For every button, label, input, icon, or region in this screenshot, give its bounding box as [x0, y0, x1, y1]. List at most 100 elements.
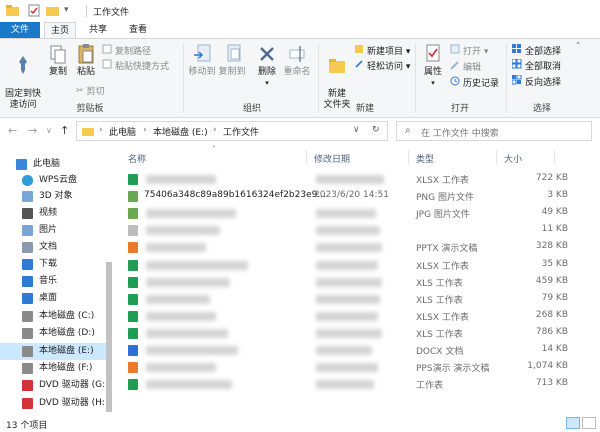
nav-item-label: 本地磁盘 (D:): [39, 328, 95, 338]
history-button[interactable]: 历史记录: [450, 76, 499, 89]
nav-item[interactable]: 音乐: [0, 273, 108, 290]
file-size: 11 KB: [541, 224, 568, 235]
nav-item[interactable]: 本地磁盘 (F:): [0, 360, 108, 377]
cut-button[interactable]: ✂ 剪切: [76, 85, 105, 98]
rename-button[interactable]: 重命名: [282, 43, 312, 78]
back-icon[interactable]: ←: [8, 124, 17, 137]
file-row[interactable]: DOCX 文档 14 KB: [118, 342, 588, 358]
breadcrumb-separator-icon[interactable]: ›: [143, 125, 147, 135]
open-button[interactable]: 打开 ▾: [450, 44, 488, 57]
file-row[interactable]: PPTX 演示文稿 328 KB: [118, 239, 588, 255]
sort-indicator-icon: ˄: [212, 145, 216, 154]
easy-access-icon: [354, 59, 364, 74]
drive-icon: [22, 363, 33, 374]
copy-button[interactable]: 复制: [46, 43, 70, 78]
refresh-icon[interactable]: ↻: [372, 125, 380, 135]
large-icons-view-icon[interactable]: [582, 417, 596, 429]
file-row[interactable]: JPG 图片文件 49 KB: [118, 205, 588, 221]
nav-item[interactable]: 桌面: [0, 290, 108, 307]
delete-button[interactable]: 删除 ▾: [256, 43, 278, 89]
open-label: 打开: [463, 47, 482, 57]
nav-item[interactable]: 图片: [0, 222, 108, 239]
nav-item[interactable]: WPS云盘: [0, 172, 108, 189]
file-row[interactable]: XLSX 工作表 35 KB: [118, 257, 588, 273]
nav-item-label: DVD 驱动器 (H:: [39, 398, 105, 408]
nav-item[interactable]: DVD 驱动器 (G:: [0, 377, 108, 394]
file-row[interactable]: 75406a348c89a89b1616324ef2b23e9... 2023/6…: [118, 188, 588, 204]
tab-file[interactable]: 文件: [0, 22, 40, 39]
collapse-ribbon-icon[interactable]: ˄: [576, 41, 581, 54]
file-row[interactable]: XLS 工作表 459 KB: [118, 274, 588, 290]
file-row[interactable]: PPS演示 演示文稿 1,074 KB: [118, 359, 588, 375]
file-row[interactable]: 11 KB: [118, 222, 588, 238]
nav-item[interactable]: 本地磁盘 (D:): [0, 325, 108, 342]
nav-item[interactable]: 此电脑: [0, 156, 108, 173]
nav-scrollbar[interactable]: [104, 156, 114, 412]
search-box[interactable]: ⌕ 在 工作文件 中搜索: [396, 121, 592, 141]
new-item-button[interactable]: 新建项目 ▾: [354, 44, 410, 57]
pin-quick-access-button[interactable]: 固定到快 速访问: [4, 43, 42, 111]
properties-label: 属性: [423, 67, 442, 77]
nav-item[interactable]: 视频: [0, 205, 108, 222]
file-row[interactable]: 工作表 713 KB: [118, 376, 588, 392]
select-all-button[interactable]: 全部选择: [512, 44, 561, 57]
properties-button[interactable]: 属性 ▾: [420, 43, 446, 89]
file-row[interactable]: XLS 工作表 79 KB: [118, 291, 588, 307]
edit-button[interactable]: 编辑: [450, 60, 481, 73]
breadcrumb-this-pc[interactable]: 此电脑: [109, 125, 136, 138]
nav-scrollbar-thumb[interactable]: [106, 262, 112, 412]
tab-share[interactable]: 共享: [80, 22, 116, 39]
redacted-file-date: [316, 209, 376, 219]
ribbon: 固定到快 速访问 复制 粘贴 复制路径 粘贴快捷方式 ✂ 剪切 剪贴板 移动到 复…: [0, 38, 600, 118]
copy-path-button[interactable]: 复制路径: [102, 44, 151, 57]
breadcrumb-work-folder[interactable]: 工作文件: [223, 125, 259, 138]
up-icon[interactable]: ↑: [60, 124, 69, 137]
file-row[interactable]: XLSX 工作表 268 KB: [118, 308, 588, 324]
file-size: 459 KB: [535, 275, 568, 286]
tab-view[interactable]: 查看: [120, 22, 156, 39]
delete-dropdown-icon[interactable]: ▾: [256, 78, 278, 89]
select-none-button[interactable]: 全部取消: [511, 58, 561, 72]
invert-selection-icon: [511, 74, 522, 90]
nav-item[interactable]: 本地磁盘 (E:): [0, 343, 108, 360]
redacted-file-name: [146, 209, 236, 219]
select-group-label: 选择: [532, 104, 551, 114]
breadcrumb-separator-icon[interactable]: ›: [99, 125, 103, 135]
paste-shortcut-button[interactable]: 粘贴快捷方式: [102, 59, 169, 72]
file-size: 3 KB: [547, 190, 568, 201]
column-header-size[interactable]: 大小: [504, 152, 522, 165]
easy-access-button[interactable]: 轻松访问 ▾: [354, 59, 410, 72]
breadcrumb-separator-icon[interactable]: ›: [213, 125, 217, 135]
address-dropdown-icon[interactable]: ∨: [353, 125, 360, 135]
file-row[interactable]: XLS 工作表 786 KB: [118, 325, 588, 341]
nav-item[interactable]: DVD 驱动器 (H:: [0, 395, 108, 412]
tab-home[interactable]: 主页: [44, 22, 76, 39]
customize-quick-access-icon[interactable]: ▾: [64, 4, 77, 17]
nav-item[interactable]: 下载: [0, 256, 108, 273]
properties-dropdown-icon[interactable]: ▾: [420, 78, 446, 89]
redacted-file-name: [146, 346, 238, 355]
file-date: 2023/6/20 14:51: [314, 190, 389, 201]
nav-item[interactable]: 文档: [0, 239, 108, 256]
forward-icon[interactable]: →: [28, 124, 37, 137]
invert-selection-button[interactable]: 反向选择: [511, 74, 561, 90]
nav-item[interactable]: 3D 对象: [0, 188, 108, 205]
column-header-type[interactable]: 类型: [416, 152, 434, 165]
recent-locations-icon[interactable]: ∨: [46, 126, 52, 135]
nav-item[interactable]: 本地磁盘 (C:): [0, 308, 108, 325]
copy-to-button[interactable]: 复制到: [218, 43, 246, 78]
status-bar: 13 个项目: [0, 414, 600, 432]
breadcrumb-drive-e[interactable]: 本地磁盘 (E:): [153, 125, 208, 138]
column-header-date[interactable]: 修改日期: [314, 152, 350, 165]
column-header-name[interactable]: 名称: [128, 152, 146, 165]
file-row[interactable]: XLSX 工作表 722 KB: [118, 171, 588, 187]
move-to-button[interactable]: 移动到: [188, 43, 216, 78]
properties-quick-icon[interactable]: [28, 4, 41, 17]
file-size: 328 KB: [535, 241, 568, 252]
nav-item-label: 本地磁盘 (C:): [39, 311, 95, 321]
details-view-icon[interactable]: [566, 417, 580, 429]
nav-item-label: 本地磁盘 (E:): [39, 346, 94, 356]
new-folder-quick-icon[interactable]: [46, 4, 59, 17]
address-bar[interactable]: › 此电脑 › 本地磁盘 (E:) › 工作文件 ∨ ↻: [76, 121, 388, 141]
paste-button[interactable]: 粘贴: [74, 43, 98, 78]
